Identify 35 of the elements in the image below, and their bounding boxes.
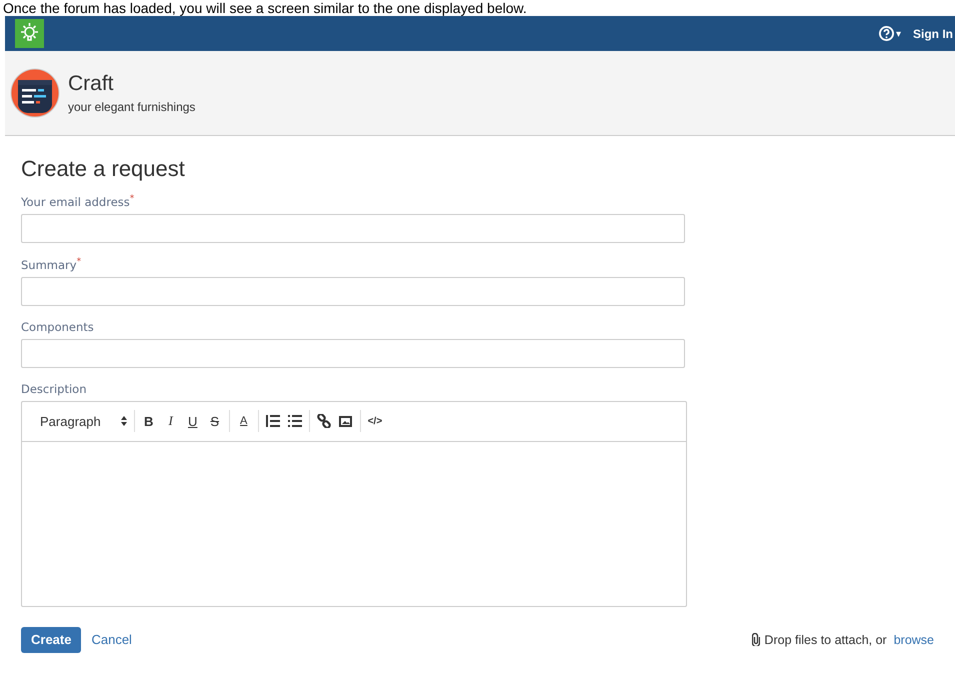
portal-logo-icon bbox=[10, 68, 60, 118]
code-button[interactable]: </> bbox=[364, 408, 386, 434]
cancel-link[interactable]: Cancel bbox=[91, 632, 132, 648]
strikethrough-button[interactable]: S bbox=[204, 408, 226, 434]
text-color-button[interactable]: A bbox=[232, 408, 255, 434]
portal-name: Craft bbox=[68, 72, 115, 96]
italic-button[interactable]: I bbox=[160, 408, 182, 434]
format-select[interactable]: Paragraph bbox=[36, 408, 131, 434]
form-title: Create a request bbox=[21, 156, 186, 182]
field-label: Your email address bbox=[21, 194, 130, 209]
rich-text-editor[interactable]: Paragraph B I U S A </> bbox=[21, 400, 687, 607]
field-label: Components bbox=[21, 320, 94, 334]
sort-caret-icon bbox=[120, 416, 127, 426]
paperclip-icon bbox=[752, 633, 760, 646]
sign-in-button[interactable]: Sign In bbox=[913, 26, 955, 40]
caption-text: Once the forum has loaded, you will see a screen similar to the one displayed below. bbox=[2, 0, 528, 16]
portal-tagline: your elegant furnishings bbox=[68, 100, 196, 114]
underline-button[interactable]: U bbox=[182, 408, 204, 434]
image-icon bbox=[339, 416, 352, 427]
dropdown-caret[interactable]: ▾ bbox=[896, 28, 901, 40]
input-field[interactable] bbox=[21, 276, 685, 306]
bold-button[interactable]: B bbox=[138, 408, 160, 434]
field-label: Description bbox=[21, 382, 86, 396]
required-marker: * bbox=[130, 194, 134, 204]
browse-link[interactable]: browse bbox=[894, 632, 934, 647]
input-field[interactable] bbox=[21, 214, 685, 243]
input-field[interactable] bbox=[21, 338, 685, 368]
numbered-list-icon bbox=[266, 415, 280, 428]
create-button[interactable]: Create bbox=[21, 626, 82, 653]
bullet-list-icon bbox=[288, 415, 302, 428]
drop-files-text: Drop files to attach, or bbox=[764, 632, 887, 647]
field-label: Summary bbox=[21, 258, 77, 272]
required-marker: * bbox=[76, 256, 82, 267]
help-icon[interactable] bbox=[879, 26, 894, 41]
link-icon bbox=[316, 414, 331, 428]
